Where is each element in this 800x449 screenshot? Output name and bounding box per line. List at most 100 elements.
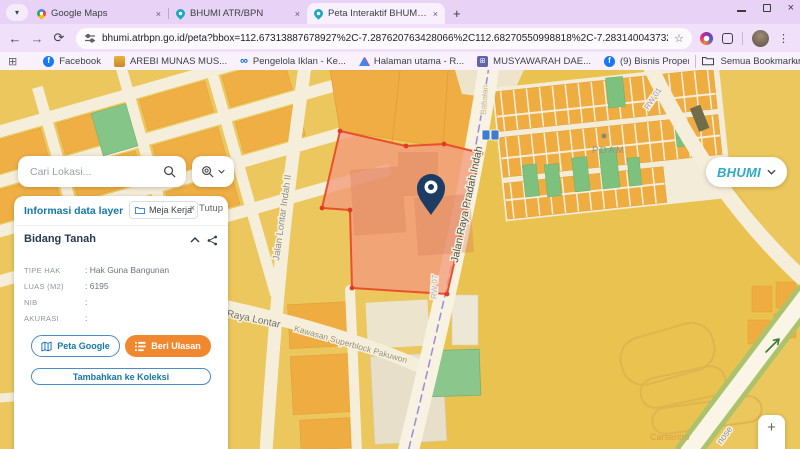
zoom-out-button[interactable]: − (767, 445, 776, 449)
toolbar-divider (742, 32, 743, 45)
bookmark-label: Pengelola Iklan - Ke... (253, 56, 346, 67)
info-panel: Informasi data layer Meja Kerja × Tutup … (14, 196, 228, 449)
panel-close-button[interactable]: × Tutup (189, 203, 223, 214)
browser-toolbar: ← → ⟳ bhumi.atrbpn.go.id/peta?bbox=112.6… (0, 24, 800, 52)
tab-title: Google Maps (51, 8, 151, 19)
field-value: : (85, 313, 87, 323)
share-icon[interactable] (207, 235, 218, 246)
bookmark-halaman-utama-1[interactable]: Halaman utama - R... (359, 56, 464, 67)
meta-icon: ∞ (240, 56, 248, 67)
tab-title: BHUMI ATR/BPN (190, 8, 290, 19)
close-icon[interactable]: × (433, 9, 438, 19)
bookmark-label: AREBI MUNAS MUS... (130, 56, 227, 67)
beri-ulasan-label: Beri Ulasan (151, 341, 201, 351)
window-close-button[interactable]: × (788, 4, 794, 12)
site-settings-icon[interactable] (84, 32, 96, 44)
arebi-icon (114, 56, 125, 67)
bookmark-label: Facebook (59, 56, 101, 67)
tab-bhumi[interactable]: BHUMI ATR/BPN × (169, 3, 307, 24)
tab-google-maps[interactable]: Google Maps × (30, 3, 168, 24)
search-icon[interactable] (163, 165, 176, 178)
google-maps-pin-icon (35, 7, 48, 20)
back-button[interactable]: ← (4, 31, 26, 46)
tab-peta-interaktif[interactable]: Peta Interaktif BHUMI ATR/BPN × (307, 3, 445, 24)
new-tab-button[interactable]: + (453, 6, 461, 21)
field-value: : Hak Guna Bangunan (85, 265, 169, 275)
panel-title: Informasi data layer (24, 205, 123, 217)
poi-label: Carsentro (650, 432, 690, 442)
tambahkan-koleksi-label: Tambahkan ke Koleksi (73, 372, 169, 382)
zoom-controls: + − (758, 415, 785, 449)
beri-ulasan-button[interactable]: Beri Ulasan (125, 335, 211, 357)
map[interactable]: Jalan Lontar Indah II Jalan Raya Pradah … (0, 70, 800, 449)
bhumi-logo-chip[interactable]: BHUMI (706, 157, 787, 187)
section-title: Bidang Tanah (24, 233, 96, 245)
browser-window: ▾ Google Maps × BHUMI ATR/BPN × Peta Int… (0, 0, 800, 449)
tab-title: Peta Interaktif BHUMI ATR/BPN (328, 8, 428, 19)
all-bookmarks-button[interactable]: Semua Bookmark (689, 52, 796, 70)
forward-button[interactable]: → (26, 31, 48, 46)
reload-button[interactable]: ⟳ (48, 30, 70, 46)
review-list-icon (135, 341, 146, 352)
extension-icon[interactable] (722, 33, 733, 44)
bookmark-arebi[interactable]: AREBI MUNAS MUS... (114, 56, 227, 67)
field-label: TIPE HAK (24, 266, 61, 275)
search-area-icon (201, 165, 214, 178)
bhumi-pin-icon (174, 7, 187, 20)
address-bar[interactable]: bhumi.atrbpn.go.id/peta?bbox=112.6731388… (76, 28, 692, 49)
field-label: AKURASI (24, 314, 59, 323)
close-icon[interactable]: × (295, 9, 300, 19)
bookmark-star-icon[interactable]: ☆ (674, 32, 684, 45)
bookmarks-bar: ⊞ f Facebook AREBI MUNAS MUS... ∞ Pengel… (0, 52, 800, 70)
bhumi-logo: BHUMI (717, 165, 761, 180)
meja-kerja-button[interactable]: Meja Kerja (129, 201, 198, 219)
chevron-down-icon (767, 169, 776, 175)
bookmarks-right-divider (695, 55, 696, 68)
bookmark-musyawarah[interactable]: ⊞ MUSYAWARAH DAE... (477, 56, 591, 67)
collapse-chevron-icon[interactable] (190, 237, 200, 243)
field-label: LUAS (M2) (24, 282, 64, 291)
peta-google-button[interactable]: Peta Google (31, 335, 120, 357)
close-label: Tutup (199, 203, 223, 214)
search-advanced-button[interactable] (192, 156, 234, 187)
tambahkan-koleksi-button[interactable]: Tambahkan ke Koleksi (31, 368, 211, 385)
url-text: bhumi.atrbpn.go.id/peta?bbox=112.6731388… (102, 33, 668, 44)
facebook-icon: f (43, 56, 54, 67)
field-label: NIB (24, 298, 37, 307)
tab-strip: ▾ Google Maps × BHUMI ATR/BPN × Peta Int… (0, 0, 800, 24)
pale-building (452, 295, 478, 345)
pdam-poi-dot (602, 134, 607, 139)
purple-app-icon: ⊞ (477, 56, 488, 67)
facebook-icon: f (604, 56, 615, 67)
bhumi-pin-icon (312, 7, 325, 20)
search-input[interactable] (28, 165, 163, 179)
minimize-button[interactable] (737, 10, 746, 11)
chevron-down-icon: ▾ (15, 8, 19, 17)
bookmark-facebook[interactable]: f Facebook (43, 56, 101, 67)
ads-triangle-icon (359, 57, 369, 66)
search-bar[interactable] (18, 156, 186, 187)
bookmark-label: MUSYAWARAH DAE... (493, 56, 591, 67)
chevron-down-icon (218, 169, 225, 174)
close-icon[interactable]: × (156, 9, 161, 19)
zoom-in-button[interactable]: + (767, 419, 776, 436)
field-value: : 6195 (85, 281, 109, 291)
folder-icon (702, 56, 714, 66)
profile-avatar[interactable] (752, 30, 769, 47)
area-label: RW 07 (429, 274, 439, 299)
apps-grid-icon[interactable]: ⊞ (8, 55, 17, 68)
bookmark-pengelola-iklan[interactable]: ∞ Pengelola Iklan - Ke... (240, 56, 346, 67)
field-value: : (85, 297, 87, 307)
map-icon (41, 341, 52, 352)
maximize-button[interactable] (763, 4, 771, 12)
peta-google-label: Peta Google (57, 341, 110, 351)
all-bookmarks-label: Semua Bookmark (720, 56, 796, 67)
tab-search-button[interactable]: ▾ (6, 4, 28, 21)
meja-kerja-label: Meja Kerja (149, 205, 192, 215)
bookmark-label: Halaman utama - R... (374, 56, 464, 67)
close-icon: × (189, 203, 195, 214)
poi-label: PDAM (592, 145, 625, 156)
panel-divider (14, 225, 228, 226)
browser-menu-button[interactable]: ⋮ (778, 32, 789, 45)
camera-extension-icon[interactable] (700, 32, 713, 45)
